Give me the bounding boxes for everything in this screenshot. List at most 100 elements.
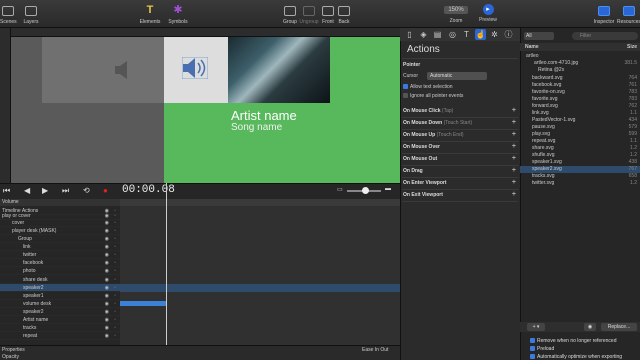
document-tab-icon[interactable]: ▯: [404, 29, 415, 40]
zoom-in-icon[interactable]: ▬: [385, 186, 391, 192]
auto-optimize-checkbox[interactable]: Automatically optimize when exporting: [530, 354, 622, 360]
remove-unreferenced-checkbox[interactable]: Remove when no longer referenced: [530, 338, 617, 344]
layer-row[interactable]: player desk (MASK) ◉ ▫: [0, 227, 120, 235]
stage[interactable]: Artist name Song name: [164, 37, 400, 183]
add-action-icon[interactable]: +: [512, 119, 516, 126]
layer-row[interactable]: speaker2 ◉ ▫: [0, 284, 120, 292]
resource-row[interactable]: repeat.svg 1.1: [520, 138, 640, 145]
action-event-row[interactable]: On Mouse Down (Touch Start) +: [403, 119, 518, 126]
visibility-eye-icon[interactable]: ◉: [105, 300, 109, 308]
resource-row[interactable]: facebook.svg 761: [520, 82, 640, 89]
cursor-select[interactable]: Automatic: [427, 72, 487, 80]
property-bar[interactable]: [120, 301, 167, 306]
lock-icon[interactable]: ▫: [114, 251, 116, 259]
visibility-eye-icon[interactable]: ◉: [105, 332, 109, 340]
layer-row[interactable]: twitter ◉ ▫: [0, 251, 120, 259]
visibility-eye-icon[interactable]: ◉: [105, 292, 109, 300]
metrics-tab-icon[interactable]: ▤: [432, 29, 443, 40]
lock-icon[interactable]: ▫: [114, 276, 116, 284]
action-event-row[interactable]: On Enter Viewport +: [403, 179, 518, 186]
photo-element[interactable]: [228, 37, 330, 103]
symbols-button[interactable]: ✱ Symbols: [166, 0, 190, 28]
easing-select[interactable]: Ease In Out: [362, 347, 388, 353]
resources-button[interactable]: Resources: [617, 0, 640, 28]
properties-tab-icon[interactable]: ◎: [447, 29, 458, 40]
actions-tab-icon[interactable]: ☝: [475, 29, 486, 40]
visibility-eye-icon[interactable]: ◉: [105, 243, 109, 251]
resource-row[interactable]: speaker1.svg 438: [520, 159, 640, 166]
play-icon[interactable]: ▶: [42, 186, 48, 195]
go-to-start-icon[interactable]: ⏮: [3, 186, 10, 196]
resource-filter-select[interactable]: All: [524, 32, 554, 40]
action-event-row[interactable]: On Mouse Over +: [403, 143, 518, 150]
add-action-icon[interactable]: +: [512, 155, 516, 162]
lock-icon[interactable]: ▫: [114, 324, 116, 332]
layer-row[interactable]: facebook ◉ ▫: [0, 259, 120, 267]
lock-icon[interactable]: ▫: [114, 243, 116, 251]
resource-row[interactable]: link.svg 1.1: [520, 110, 640, 117]
text-tab-icon[interactable]: T: [461, 29, 472, 40]
add-action-icon[interactable]: +: [512, 143, 516, 150]
resource-row[interactable]: forward.svg 762: [520, 103, 640, 110]
lock-icon[interactable]: ▫: [114, 284, 116, 292]
lock-icon[interactable]: ▫: [114, 259, 116, 267]
reveal-icon[interactable]: ◉: [584, 323, 596, 331]
visibility-eye-icon[interactable]: ◉: [105, 316, 109, 324]
resource-row[interactable]: speaker2.svg 767: [520, 166, 640, 173]
resource-row[interactable]: artleo: [520, 53, 640, 60]
go-to-end-icon[interactable]: ⏭: [62, 186, 69, 196]
resource-row[interactable]: favorite-on.svg 783: [520, 89, 640, 96]
elements-button[interactable]: T Elements: [138, 0, 162, 28]
layer-row[interactable]: speaker2 ◉ ▫: [0, 308, 120, 316]
resource-search-input[interactable]: Filter: [572, 32, 638, 40]
record-icon[interactable]: ●: [103, 186, 108, 195]
lock-icon[interactable]: ▫: [114, 316, 116, 324]
replace-button[interactable]: Replace...: [601, 323, 637, 331]
zoom-value[interactable]: 150%: [444, 6, 468, 14]
lock-icon[interactable]: ▫: [114, 267, 116, 275]
layer-row[interactable]: repeat ◉ ▫: [0, 332, 120, 340]
layer-row[interactable]: Artist name ◉ ▫: [0, 316, 120, 324]
add-action-icon[interactable]: +: [512, 107, 516, 114]
step-back-icon[interactable]: ◀: [24, 186, 30, 195]
lock-icon[interactable]: ▫: [114, 235, 116, 243]
visibility-eye-icon[interactable]: ◉: [105, 219, 109, 227]
layout-tab-icon[interactable]: ◈: [418, 29, 429, 40]
front-button[interactable]: Front: [321, 0, 335, 28]
visibility-eye-icon[interactable]: ◉: [105, 284, 109, 292]
zoom-control[interactable]: 150% Zoom: [444, 0, 468, 28]
visibility-eye-icon[interactable]: ◉: [105, 235, 109, 243]
resource-row[interactable]: pause.svg 579: [520, 124, 640, 131]
resource-row[interactable]: backward.svg 764: [520, 75, 640, 82]
physics-tab-icon[interactable]: ✲: [489, 29, 500, 40]
action-event-row[interactable]: On Exit Viewport +: [403, 191, 518, 198]
preload-checkbox[interactable]: Preload: [530, 346, 554, 352]
layer-row[interactable]: volume desk ◉ ▫: [0, 300, 120, 308]
inspector-button[interactable]: Inspector: [593, 0, 615, 28]
add-action-icon[interactable]: +: [512, 179, 516, 186]
loop-icon[interactable]: ⟲: [83, 186, 90, 195]
layers-button[interactable]: Layers: [20, 0, 42, 28]
lock-icon[interactable]: ▫: [114, 300, 116, 308]
layer-row[interactable]: link ◉ ▫: [0, 243, 120, 251]
song-name-text[interactable]: Song name: [231, 122, 282, 133]
preview-button[interactable]: ▸ Preview: [478, 0, 498, 28]
ungroup-button[interactable]: Ungroup: [299, 0, 319, 28]
resource-row[interactable]: Retina @2x: [520, 67, 640, 74]
visibility-eye-icon[interactable]: ◉: [105, 251, 109, 259]
playhead[interactable]: [166, 183, 167, 345]
add-resource-button[interactable]: + ▾: [527, 323, 545, 331]
layer-row[interactable]: cover ◉ ▫: [0, 219, 120, 227]
resource-row[interactable]: play.svg 599: [520, 131, 640, 138]
visibility-eye-icon[interactable]: ◉: [105, 276, 109, 284]
scenes-button[interactable]: Scenes: [0, 0, 17, 28]
group-button[interactable]: Group: [283, 0, 297, 28]
identity-tab-icon[interactable]: ⓘ: [503, 29, 514, 40]
resource-row[interactable]: PastedVector-1.svg 434: [520, 117, 640, 124]
action-event-row[interactable]: On Mouse Out +: [403, 155, 518, 162]
ignore-pointer-checkbox[interactable]: Ignore all pointer events: [403, 93, 518, 99]
layer-row[interactable]: speaker1 ◉ ▫: [0, 292, 120, 300]
back-button[interactable]: Back: [337, 0, 351, 28]
lock-icon[interactable]: ▫: [114, 292, 116, 300]
visibility-eye-icon[interactable]: ◉: [105, 259, 109, 267]
